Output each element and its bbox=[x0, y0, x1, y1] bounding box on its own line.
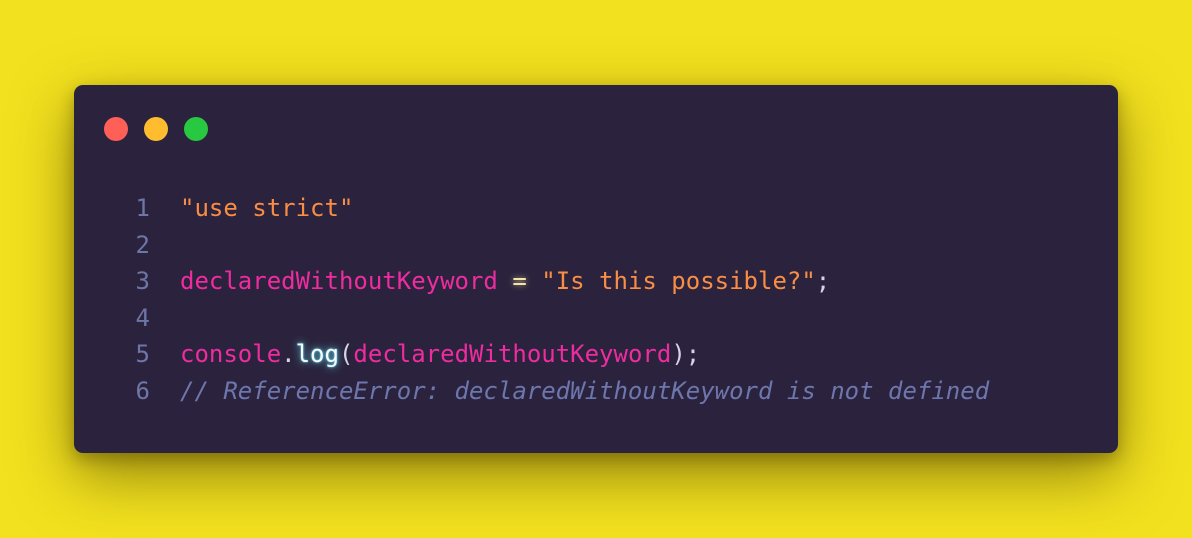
line-number: 1 bbox=[135, 194, 150, 222]
code-line: 4 bbox=[74, 300, 989, 337]
code-line: 6 // ReferenceError: declaredWithoutKeywo… bbox=[74, 373, 990, 410]
code-line-content: "use strict" bbox=[180, 190, 353, 227]
code-line: 3 declaredWithoutKeyword = "Is this possi… bbox=[74, 263, 989, 300]
line-number: 4 bbox=[135, 303, 150, 332]
code-token-punctuation bbox=[498, 267, 512, 295]
line-number: 3 bbox=[135, 267, 150, 296]
code-token-comment: // ReferenceError: declaredWithoutKeywor… bbox=[180, 376, 990, 405]
code-line: 1 "use strict" bbox=[74, 190, 989, 227]
code-line-content: console.log(declaredWithoutKeyword); bbox=[180, 336, 700, 373]
code-token-punctuation: ; bbox=[815, 267, 831, 296]
code-token-variable: declaredWithoutKeyword bbox=[353, 340, 672, 369]
line-number: 5 bbox=[135, 340, 150, 369]
maximize-dot[interactable] bbox=[184, 117, 208, 141]
code-line-content: declaredWithoutKeyword = "Is this possib… bbox=[180, 263, 830, 300]
line-number: 2 bbox=[135, 230, 150, 259]
code-token-function: log bbox=[295, 340, 339, 369]
window-controls bbox=[104, 117, 208, 141]
code-block: 1 "use strict" 2 3 declaredWithoutKeyword = … bbox=[74, 190, 990, 410]
close-dot[interactable] bbox=[104, 117, 128, 141]
code-token-punctuation: . bbox=[281, 340, 296, 369]
code-token-string: "Is this possible?" bbox=[541, 267, 816, 296]
code-token-punctuation bbox=[527, 267, 541, 295]
code-line: 2 bbox=[74, 227, 989, 264]
code-token-variable: console bbox=[180, 340, 282, 369]
code-token-variable: declaredWithoutKeyword bbox=[180, 267, 498, 296]
minimize-dot[interactable] bbox=[144, 117, 168, 141]
line-number: 6 bbox=[135, 376, 150, 405]
code-line-content: // ReferenceError: declaredWithoutKeywor… bbox=[180, 373, 989, 410]
code-token-operator: = bbox=[512, 267, 527, 296]
code-token-punctuation: ( bbox=[338, 340, 354, 369]
code-line: 5 console.log(declaredWithoutKeyword); bbox=[74, 336, 989, 373]
code-token-punctuation: ); bbox=[671, 340, 701, 369]
code-token-string: "use strict" bbox=[180, 194, 354, 222]
code-window: 1 "use strict" 2 3 declaredWithoutKeyword = … bbox=[74, 85, 1118, 453]
